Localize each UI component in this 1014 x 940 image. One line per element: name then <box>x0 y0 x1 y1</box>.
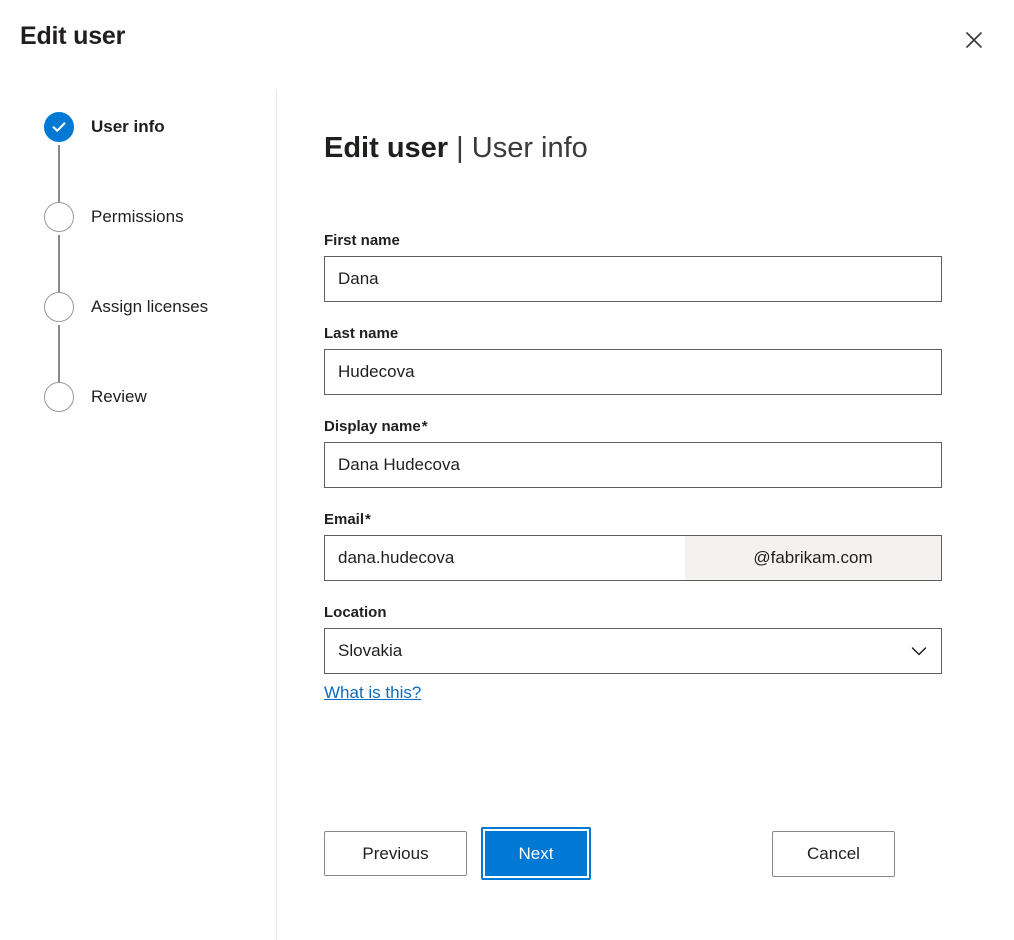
previous-button[interactable]: Previous <box>324 831 467 876</box>
circle-icon <box>44 202 74 232</box>
close-button[interactable] <box>954 20 994 60</box>
sidebar-item-label: Permissions <box>91 207 184 227</box>
email-input-group: @fabrikam.com <box>324 535 942 581</box>
circle-icon <box>44 382 74 412</box>
close-icon <box>963 29 985 51</box>
sidebar-item-assign-licenses[interactable]: Assign licenses <box>0 270 276 360</box>
first-name-label: First name <box>324 232 942 249</box>
sidebar-item-label: Review <box>91 387 147 407</box>
field-last-name: Last name <box>324 325 942 395</box>
display-name-label: Display name* <box>324 418 942 435</box>
email-input[interactable] <box>325 536 685 580</box>
sidebar-item-label: User info <box>91 117 165 137</box>
page-title-light: | User info <box>456 132 588 164</box>
sidebar-item-review[interactable]: Review <box>0 360 276 450</box>
dialog-footer: Previous Next Cancel <box>324 827 949 887</box>
sidebar-item-label: Assign licenses <box>91 297 208 317</box>
edit-user-form: First name Last name Display name* Email… <box>324 232 942 726</box>
page-title: Edit user | User info <box>324 132 588 165</box>
what-is-this-link[interactable]: What is this? <box>324 683 421 703</box>
dialog-header: Edit user <box>0 0 1014 90</box>
location-select-wrap: Slovakia <box>324 628 942 674</box>
required-marker: * <box>421 418 428 435</box>
next-button[interactable]: Next <box>481 827 591 880</box>
location-select[interactable]: Slovakia <box>324 628 942 674</box>
field-location: Location Slovakia What is this? <box>324 604 942 703</box>
field-display-name: Display name* <box>324 418 942 488</box>
sidebar-item-permissions[interactable]: Permissions <box>0 180 276 270</box>
dialog-body: User info Permissions Assign licenses Re… <box>0 90 1014 940</box>
email-label-text: Email <box>324 511 364 528</box>
email-label: Email* <box>324 511 942 528</box>
field-email: Email* @fabrikam.com <box>324 511 942 581</box>
display-name-label-text: Display name <box>324 418 421 435</box>
display-name-input[interactable] <box>324 442 942 488</box>
field-first-name: First name <box>324 232 942 302</box>
email-domain-suffix: @fabrikam.com <box>685 536 941 580</box>
wizard-stepper: User info Permissions Assign licenses Re… <box>0 90 276 450</box>
page-title-strong: Edit user <box>324 132 448 164</box>
required-marker: * <box>364 511 371 528</box>
first-name-input[interactable] <box>324 256 942 302</box>
last-name-input[interactable] <box>324 349 942 395</box>
location-label: Location <box>324 604 942 621</box>
cancel-button[interactable]: Cancel <box>772 831 895 877</box>
dialog-title: Edit user <box>20 22 125 51</box>
circle-icon <box>44 292 74 322</box>
main-panel: Edit user | User info First name Last na… <box>277 90 1014 940</box>
last-name-label: Last name <box>324 325 942 342</box>
check-icon <box>44 112 74 142</box>
sidebar-item-user-info[interactable]: User info <box>0 90 276 180</box>
location-select-value: Slovakia <box>338 641 402 661</box>
